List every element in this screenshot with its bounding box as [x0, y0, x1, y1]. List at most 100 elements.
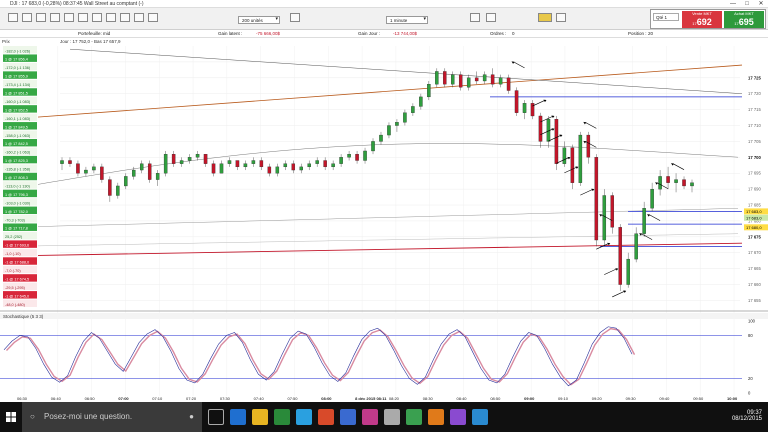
- candle-body: [474, 77, 479, 82]
- quantity-field[interactable]: Qté 1: [653, 13, 679, 21]
- candle-body: [203, 153, 208, 164]
- ladder-row-text: 1 @ 17 851,5: [5, 92, 28, 96]
- ladder-row-text: 1 @ 17 855,9: [5, 75, 28, 79]
- candle-body: [267, 166, 272, 174]
- bell-icon[interactable]: [538, 13, 552, 22]
- system-tray-clock[interactable]: 09:37 08/12/2015: [732, 402, 762, 432]
- maximize-button[interactable]: □: [740, 0, 754, 8]
- settings-icon[interactable]: [556, 13, 566, 22]
- chart-area[interactable]: 17 655 17 660 17 665 17 670 17 675 17 680 17 6…: [0, 38, 768, 402]
- windows-taskbar: ○ Posez-moi une question. ● 09:37 08/12/…: [0, 402, 768, 432]
- fibonacci-icon[interactable]: [120, 13, 130, 22]
- x-tick-label: 09:50: [693, 396, 704, 401]
- candle-body: [100, 166, 104, 180]
- minimize-button[interactable]: —: [726, 0, 740, 8]
- candle-body: [76, 163, 80, 174]
- units-select[interactable]: 200 unités: [238, 16, 280, 24]
- x-tick-label: 09:20: [592, 396, 603, 401]
- app-icon-5[interactable]: [384, 409, 400, 425]
- candle-body: [108, 179, 112, 196]
- gain-jour-value: -13 744,00$: [393, 31, 418, 36]
- print-icon[interactable]: [486, 13, 496, 22]
- indicators-icon[interactable]: [22, 13, 32, 22]
- ladder-row-text: -48,0 (-480): [5, 303, 26, 307]
- x-tick-label: 08:00: [321, 396, 332, 401]
- ladder-row-text: -7,0 (-70): [5, 269, 21, 273]
- clock-date: 08/12/2015: [731, 416, 762, 422]
- stochastic-tick-label: 80: [748, 333, 753, 338]
- app-icon-2[interactable]: [318, 409, 334, 425]
- ladder-row-text: -113,0 (-1 130): [5, 184, 31, 188]
- price-chart[interactable]: 17 65517 66017 66517 67017 67517 68017 6…: [0, 38, 768, 402]
- gain-jour-label: Gain Jour :: [358, 31, 381, 36]
- y-tick-label: 17 670: [748, 250, 761, 255]
- candle-body: [379, 134, 383, 142]
- candle-body: [163, 153, 168, 174]
- app-icon-4[interactable]: [362, 409, 378, 425]
- ladder-row-text: 1 @ 17 796,3: [5, 193, 28, 197]
- app-icon-3[interactable]: [340, 409, 356, 425]
- app-icon-1[interactable]: [296, 409, 312, 425]
- edge-icon[interactable]: [230, 409, 246, 425]
- y-tick-label: 17 675: [748, 234, 761, 239]
- trendline-icon[interactable]: [106, 13, 116, 22]
- file-explorer-icon[interactable]: [252, 409, 268, 425]
- candle-body: [658, 176, 662, 190]
- buy-market-button[interactable]: Achat MKT 17695: [724, 11, 764, 28]
- candle-body: [682, 179, 686, 187]
- x-tick-label: 08:30: [423, 396, 434, 401]
- candle-body: [602, 195, 607, 241]
- candle-body: [443, 71, 447, 85]
- y-tick-label: 17 685: [748, 203, 761, 208]
- ladder-row-text: -173,4 (-1 134): [5, 83, 31, 87]
- taskbar-search-box[interactable]: ○ Posez-moi une question. ●: [22, 402, 202, 432]
- gain-latent-value: -75 666,00$: [256, 31, 281, 36]
- start-button[interactable]: [0, 402, 22, 432]
- candle-body: [514, 90, 519, 113]
- close-button[interactable]: ✕: [754, 0, 768, 8]
- draw-tools-icon[interactable]: [36, 13, 46, 22]
- app-icon-7[interactable]: [450, 409, 466, 425]
- link-icon[interactable]: [470, 13, 480, 22]
- task-view-icon[interactable]: [208, 409, 224, 425]
- x-tick-label: 07:20: [186, 396, 197, 401]
- y-tick-label: 17 705: [748, 139, 761, 144]
- delete-drawings-icon[interactable]: [134, 13, 144, 22]
- candle-body: [594, 157, 599, 241]
- candle-body: [387, 125, 391, 136]
- save-icon[interactable]: [148, 13, 158, 22]
- candle-body: [147, 163, 152, 180]
- candle-body: [60, 160, 64, 164]
- app-icon-6[interactable]: [428, 409, 444, 425]
- ladder-row-text: -1 @ 17 645,0: [5, 294, 29, 298]
- ladder-row-text: -182,0 (-1 026): [5, 49, 31, 53]
- candle-body: [227, 160, 232, 164]
- candle-body: [347, 153, 351, 158]
- app-icon-8[interactable]: [472, 409, 488, 425]
- store-icon[interactable]: [274, 409, 290, 425]
- ladder-row-text: -1 @ 17 688,0: [5, 261, 29, 265]
- candle-body: [666, 176, 670, 183]
- ladder-row-text: -172,0 (-1 136): [5, 66, 31, 70]
- crosshair-icon[interactable]: [64, 13, 74, 22]
- candle-body: [618, 227, 622, 285]
- x-tick-label: 06:30: [17, 396, 28, 401]
- candle-body: [299, 166, 303, 171]
- interval-select[interactable]: 1 minute: [386, 16, 428, 24]
- search-placeholder: Posez-moi une question.: [44, 412, 133, 421]
- candle-body: [92, 166, 96, 171]
- ladder-row-text: -158,0 (-1 063): [5, 134, 31, 138]
- stochastic-tick-label: 20: [748, 376, 753, 381]
- candle-body: [331, 163, 335, 168]
- line-tool-icon[interactable]: [92, 13, 102, 22]
- refresh-icon[interactable]: [290, 13, 300, 22]
- microphone-icon[interactable]: ●: [189, 402, 194, 432]
- candle-body: [586, 134, 591, 158]
- text-tool-icon[interactable]: [78, 13, 88, 22]
- candle-body: [690, 182, 694, 187]
- trading-app-icon[interactable]: [406, 409, 422, 425]
- chart-type-icon[interactable]: [8, 13, 18, 22]
- zoom-icon[interactable]: [50, 13, 60, 22]
- sell-market-button[interactable]: Vente MKT 17692: [682, 11, 722, 28]
- candle-body: [562, 147, 567, 164]
